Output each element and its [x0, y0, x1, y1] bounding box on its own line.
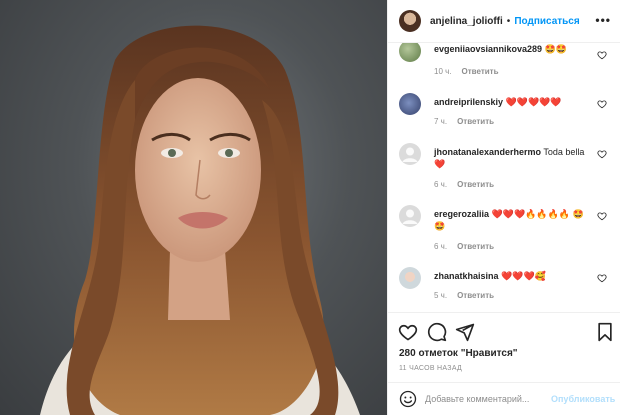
more-options-icon[interactable]: ••• — [595, 14, 611, 26]
publish-button[interactable]: Опубликовать — [551, 394, 615, 404]
comment-time[interactable]: 7 ч. — [434, 117, 447, 126]
comments-list[interactable]: evgeniiaovsiannikova289 🤩🤩 10 ч. Ответить… — [388, 43, 620, 312]
comment-meta: 7 ч. Ответить — [434, 117, 494, 126]
comment-body: evgeniiaovsiannikova289 🤩🤩 — [434, 43, 594, 55]
comment-body: andreiprilenskiy ❤️❤️❤️❤️❤️ — [434, 96, 594, 108]
comment-input[interactable] — [425, 394, 543, 404]
portrait-image — [40, 25, 360, 415]
post-photo[interactable] — [0, 0, 387, 415]
post-header: anjelina_jolioffi • Подписаться ••• — [388, 0, 620, 43]
comment-meta: 6 ч. Ответить — [434, 242, 494, 251]
comment-username[interactable]: evgeniiaovsiannikova289 — [434, 44, 542, 54]
comment-username[interactable]: jhonatanalexanderhermo — [434, 147, 541, 157]
comment-heart-icon[interactable] — [597, 99, 607, 109]
comment-heart-icon[interactable] — [597, 50, 607, 60]
reply-button[interactable]: Ответить — [462, 67, 499, 76]
comment-meta: 6 ч. Ответить — [434, 180, 494, 189]
comment-username[interactable]: eregerozaliia — [434, 209, 489, 219]
follow-button[interactable]: Подписаться — [514, 16, 579, 27]
reply-button[interactable]: Ответить — [457, 291, 494, 300]
save-bookmark-icon[interactable] — [595, 322, 615, 342]
comment-text: 🤩🤩 — [544, 44, 567, 54]
commenter-avatar[interactable] — [399, 43, 421, 62]
comment-text: ❤️❤️❤️🥰 — [501, 271, 546, 281]
add-comment-bar: Опубликовать — [388, 382, 620, 415]
comment-username[interactable]: zhanatkhaisina — [434, 271, 499, 281]
comment-time[interactable]: 6 ч. — [434, 242, 447, 251]
comment-heart-icon[interactable] — [597, 273, 607, 283]
comment-time[interactable]: 6 ч. — [434, 180, 447, 189]
separator-dot: • — [506, 15, 511, 27]
post-sidebar: anjelina_jolioffi • Подписаться ••• evge… — [387, 0, 620, 415]
comment-body: jhonatanalexanderhermo Toda bella ❤️ — [434, 146, 594, 170]
post-actions: 280 отметок "Нравится" 11 ЧАСОВ НАЗАД — [388, 312, 620, 382]
comment-body: zhanatkhaisina ❤️❤️❤️🥰 — [434, 270, 594, 282]
comment-username[interactable]: andreiprilenskiy — [434, 97, 503, 107]
author-username[interactable]: anjelina_jolioffi — [430, 16, 503, 27]
comment-meta: 5 ч. Ответить — [434, 291, 494, 300]
author-avatar[interactable] — [399, 10, 421, 32]
comment-heart-icon[interactable] — [597, 211, 607, 221]
reply-button[interactable]: Ответить — [457, 180, 494, 189]
comment-time[interactable]: 10 ч. — [434, 67, 452, 76]
likes-count[interactable]: 280 отметок "Нравится" — [399, 348, 518, 359]
emoji-smiley-icon[interactable] — [399, 390, 417, 408]
comment-body: eregerozaliia ❤️❤️❤️🔥🔥🔥🔥 🤩🤩 — [434, 208, 594, 232]
like-heart-icon[interactable] — [398, 322, 418, 342]
comment-heart-icon[interactable] — [597, 149, 607, 159]
comment-meta: 10 ч. Ответить — [434, 67, 498, 76]
default-avatar-icon[interactable] — [399, 205, 421, 227]
comment-time[interactable]: 5 ч. — [434, 291, 447, 300]
default-avatar-icon[interactable] — [399, 143, 421, 165]
post-timestamp[interactable]: 11 ЧАСОВ НАЗАД — [399, 365, 462, 372]
reply-button[interactable]: Ответить — [457, 242, 494, 251]
share-paper-plane-icon[interactable] — [455, 322, 475, 342]
reply-button[interactable]: Ответить — [457, 117, 494, 126]
commenter-avatar[interactable] — [399, 267, 421, 289]
comment-bubble-icon[interactable] — [427, 322, 447, 342]
commenter-avatar[interactable] — [399, 93, 421, 115]
comment-text: ❤️❤️❤️❤️❤️ — [505, 97, 562, 107]
